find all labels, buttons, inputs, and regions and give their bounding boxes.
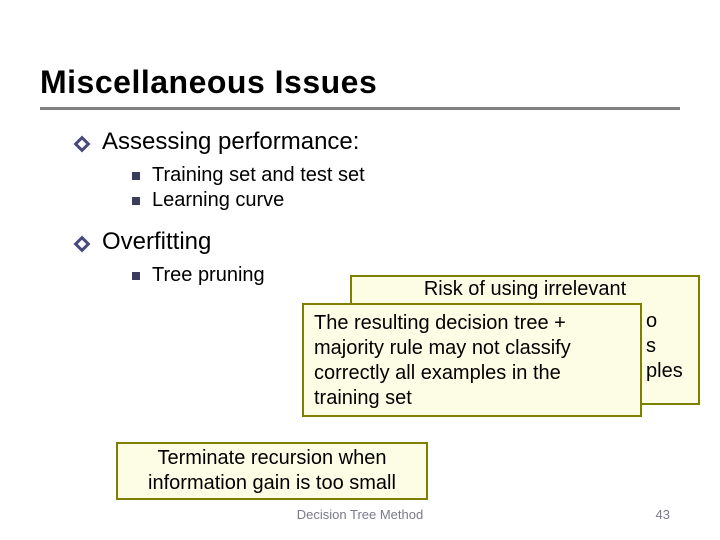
bullet-level2: Training set and test set	[132, 164, 680, 187]
callout-result-text: The resulting decision tree + majority r…	[314, 312, 571, 409]
diamond-bullet-icon	[74, 236, 91, 253]
bullet-text: Learning curve	[152, 189, 284, 212]
diamond-bullet-icon	[74, 136, 91, 153]
callout-terminate-box: Terminate recursion when information gai…	[116, 442, 428, 500]
bullet-text: Assessing performance:	[102, 128, 359, 156]
footer-center: Decision Tree Method	[0, 507, 720, 522]
bullet-text: Tree pruning	[152, 264, 265, 287]
square-bullet-icon	[132, 272, 140, 280]
fragment-line: ples	[646, 359, 683, 384]
callout-risk-text: Risk of using irrelevant	[360, 278, 690, 301]
bullet-level1: Assessing performance:	[76, 128, 680, 156]
page-number: 43	[656, 507, 670, 522]
callout-terminate-text: Terminate recursion when information gai…	[128, 446, 416, 496]
bullet-text: Overfitting	[102, 228, 211, 256]
bullet-text: Training set and test set	[152, 164, 365, 187]
callout-result-box: The resulting decision tree + majority r…	[302, 303, 642, 417]
square-bullet-icon	[132, 172, 140, 180]
slide-title: Miscellaneous Issues	[40, 64, 680, 101]
bullet-level1: Overfitting	[76, 228, 680, 256]
bullet-level2: Learning curve	[132, 189, 680, 212]
title-underline	[40, 107, 680, 110]
fragment-line: o	[646, 309, 683, 334]
square-bullet-icon	[132, 197, 140, 205]
fragment-line: s	[646, 334, 683, 359]
callout-risk-fragment: o s ples	[646, 309, 683, 384]
